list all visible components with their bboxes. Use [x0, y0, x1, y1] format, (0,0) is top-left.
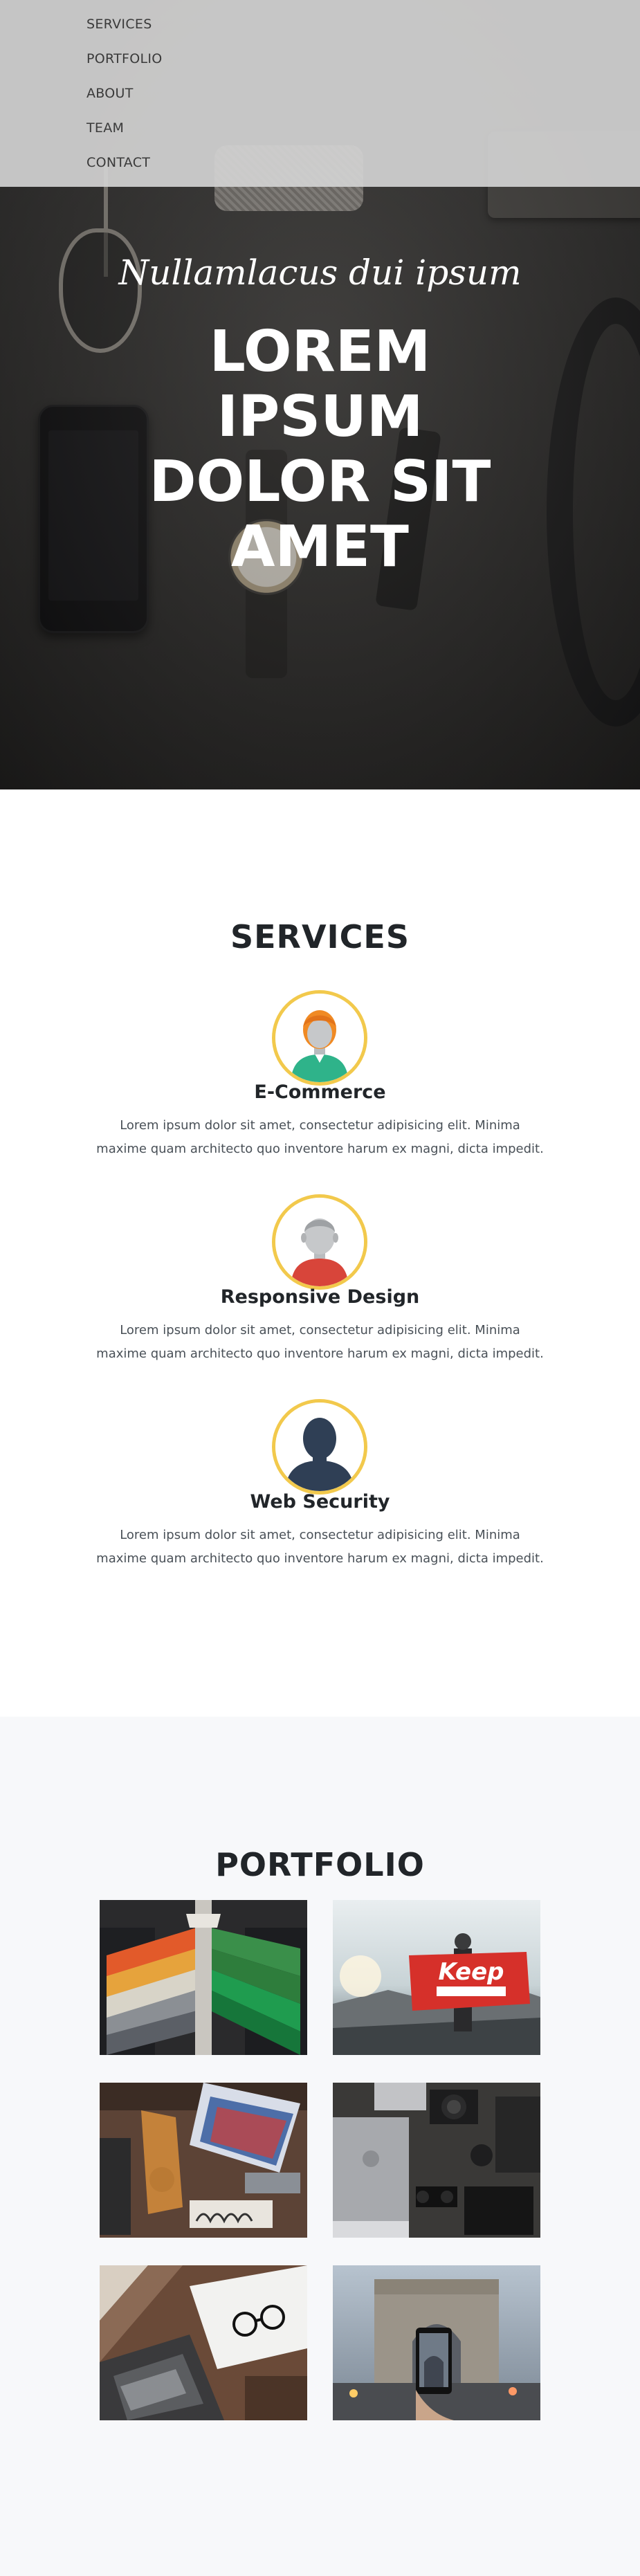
services-title: SERVICES — [230, 918, 410, 956]
services-section: SERVICES E-Commerce Lorem ipsum dolor si… — [0, 789, 640, 1717]
nav-item-team[interactable]: TEAM — [86, 120, 124, 136]
arc-de-triomphe-phone-image[interactable] — [333, 2265, 540, 2420]
service-description: Lorem ipsum dolor sit amet, consectetur … — [90, 1114, 550, 1161]
service-name: E-Commerce — [254, 1081, 386, 1103]
service-description-line: maxime quam architecto quo inventore har… — [96, 1551, 544, 1566]
nav-item-portfolio[interactable]: PORTFOLIO — [86, 51, 163, 66]
avatar-gray-hair-icon — [272, 1194, 367, 1290]
hero-subtitle: Nullamlacus dui ipsum — [118, 253, 522, 293]
service-description: Lorem ipsum dolor sit amet, consectetur … — [90, 1319, 550, 1366]
laptop-camera-flatlay-image[interactable] — [333, 2083, 540, 2238]
portfolio-title: PORTFOLIO — [215, 1846, 425, 1883]
avatar-silhouette-icon — [272, 1399, 367, 1495]
keep-exploring-flag-image[interactable]: Keep — [333, 1900, 540, 2055]
service-description: Lorem ipsum dolor sit amet, consectetur … — [90, 1524, 550, 1571]
svg-text:Keep: Keep — [439, 1958, 504, 1986]
laptop-glasses-desk-image[interactable] — [100, 2265, 307, 2420]
avatar-orange-hair-icon — [272, 990, 367, 1086]
nav-item-about[interactable]: ABOUT — [86, 86, 134, 101]
service-name: Responsive Design — [220, 1286, 420, 1308]
service-description-line: maxime quam architecto quo inventore har… — [96, 1346, 544, 1361]
portfolio-section: PORTFOLIO Keep — [0, 1717, 640, 2576]
hero-title-line: IPSUM — [217, 384, 423, 450]
desk-flatlay-image[interactable] — [100, 2083, 307, 2238]
service-description-line: Lorem ipsum dolor sit amet, consectetur … — [120, 1323, 520, 1337]
hero-title-line: AMET — [230, 514, 409, 580]
hero-title-line: DOLOR SIT — [149, 449, 491, 515]
service-description-line: Lorem ipsum dolor sit amet, consectetur … — [120, 1528, 520, 1542]
hero-title-line: LOREM — [209, 319, 431, 385]
nav-item-contact[interactable]: CONTACT — [86, 155, 150, 170]
shirts-on-hangers-image[interactable] — [100, 1900, 307, 2055]
top-nav: SERVICES PORTFOLIO ABOUT TEAM CONTACT — [0, 0, 640, 187]
service-description-line: Lorem ipsum dolor sit amet, consectetur … — [120, 1118, 520, 1133]
nav-item-services[interactable]: SERVICES — [86, 17, 152, 32]
hero-title: LOREM IPSUM DOLOR SIT AMET — [0, 320, 640, 580]
service-description-line: maxime quam architecto quo inventore har… — [96, 1142, 544, 1156]
service-name: Web Security — [250, 1491, 390, 1513]
